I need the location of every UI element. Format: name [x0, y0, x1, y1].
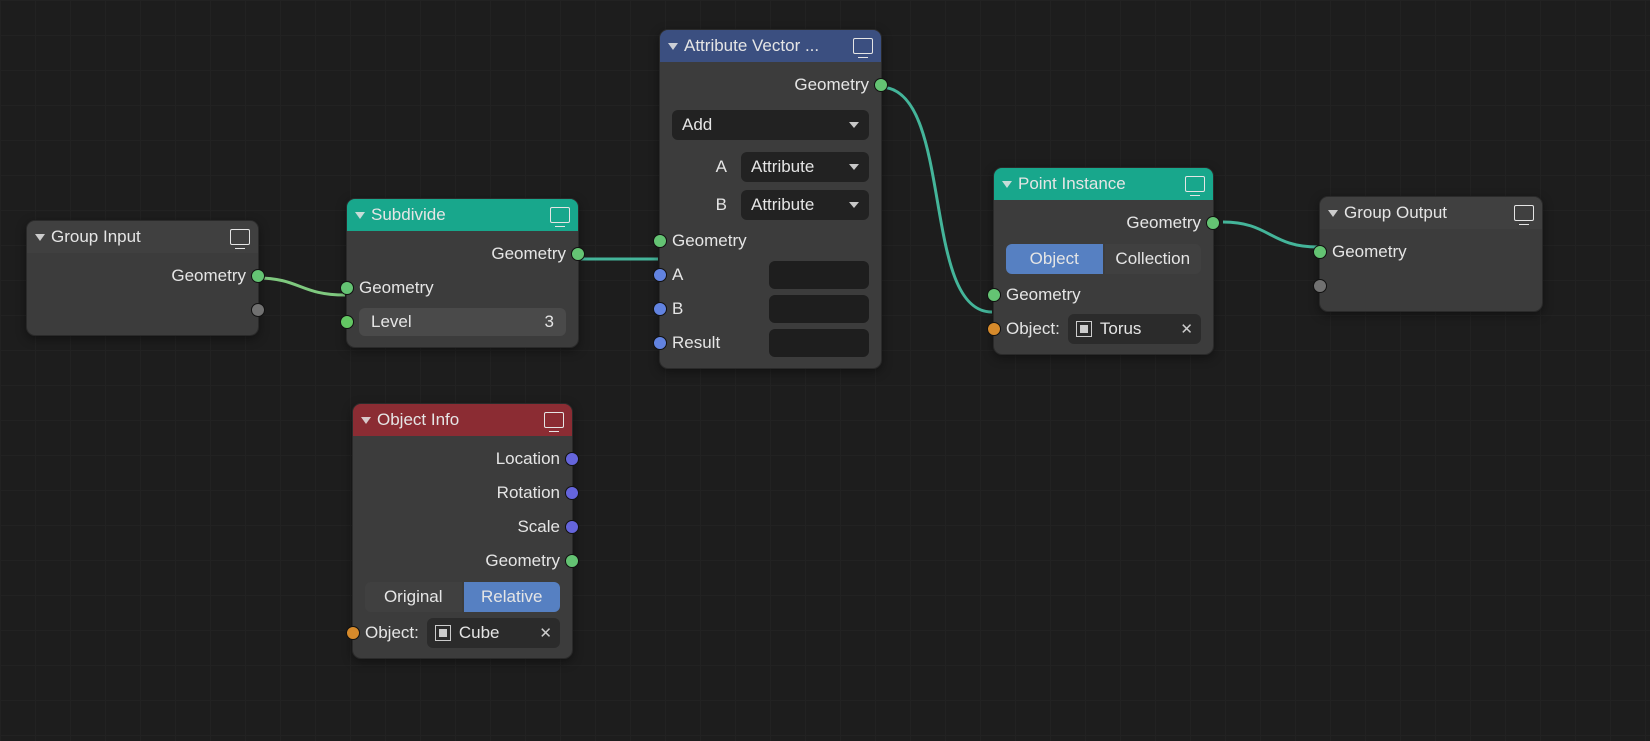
- level-field[interactable]: Level 3: [359, 308, 566, 336]
- node-header[interactable]: Point Instance: [994, 168, 1213, 200]
- node-group-input[interactable]: Group Input Geometry: [26, 220, 259, 336]
- collapse-toggle-icon[interactable]: [1328, 210, 1338, 217]
- node-title: Group Output: [1344, 203, 1508, 223]
- b-label: B: [672, 195, 733, 215]
- socket-label: Geometry: [485, 551, 560, 571]
- node-title: Point Instance: [1018, 174, 1179, 194]
- socket-label: Geometry: [1332, 242, 1407, 262]
- preview-icon[interactable]: [230, 229, 250, 245]
- input-socket-virtual[interactable]: [1313, 279, 1327, 293]
- node-header[interactable]: Group Output: [1320, 197, 1542, 229]
- socket-label: Rotation: [497, 483, 560, 503]
- object-button[interactable]: Object: [1006, 244, 1103, 274]
- object-data-icon: [435, 625, 451, 641]
- b-text-field[interactable]: [769, 295, 869, 323]
- original-button[interactable]: Original: [365, 582, 462, 612]
- output-socket-geometry[interactable]: [251, 269, 265, 283]
- node-title: Subdivide: [371, 205, 544, 225]
- a-text-field[interactable]: [769, 261, 869, 289]
- a-mode-dropdown[interactable]: Attribute: [741, 152, 869, 182]
- preview-icon[interactable]: [544, 412, 564, 428]
- socket-label: Geometry: [794, 75, 869, 95]
- object-selector[interactable]: Cube ✕: [427, 618, 560, 648]
- a-label: A: [672, 157, 733, 177]
- node-title: Object Info: [377, 410, 538, 430]
- node-title: Attribute Vector ...: [684, 36, 847, 56]
- collapse-toggle-icon[interactable]: [355, 212, 365, 219]
- preview-icon[interactable]: [853, 38, 873, 54]
- preview-icon[interactable]: [1185, 176, 1205, 192]
- result-text-field[interactable]: [769, 329, 869, 357]
- output-socket-geometry[interactable]: [571, 247, 585, 261]
- input-socket-geometry[interactable]: [340, 281, 354, 295]
- preview-icon[interactable]: [1514, 205, 1534, 221]
- input-socket-geometry[interactable]: [653, 234, 667, 248]
- node-title: Group Input: [51, 227, 224, 247]
- object-data-icon: [1076, 321, 1092, 337]
- chevron-down-icon: [849, 122, 859, 128]
- socket-label: Result: [672, 333, 761, 353]
- socket-label: Object:: [365, 623, 419, 643]
- object-selector[interactable]: Torus ✕: [1068, 314, 1201, 344]
- input-socket-geometry[interactable]: [987, 288, 1001, 302]
- chevron-down-icon: [849, 202, 859, 208]
- input-socket-result[interactable]: [653, 336, 667, 350]
- socket-label: Scale: [517, 517, 560, 537]
- socket-label: Object:: [1006, 319, 1060, 339]
- node-header[interactable]: Attribute Vector ...: [660, 30, 881, 62]
- output-socket-location[interactable]: [565, 452, 579, 466]
- collapse-toggle-icon[interactable]: [1002, 181, 1012, 188]
- clear-icon[interactable]: ✕: [539, 624, 552, 642]
- node-header[interactable]: Object Info: [353, 404, 572, 436]
- transform-space-toggle[interactable]: Original Relative: [365, 582, 560, 612]
- collapse-toggle-icon[interactable]: [668, 43, 678, 50]
- input-socket-geometry[interactable]: [1313, 245, 1327, 259]
- collapse-toggle-icon[interactable]: [361, 417, 371, 424]
- output-socket-geometry[interactable]: [1206, 216, 1220, 230]
- collapse-toggle-icon[interactable]: [35, 234, 45, 241]
- input-socket-b[interactable]: [653, 302, 667, 316]
- socket-label: A: [672, 265, 761, 285]
- instance-type-toggle[interactable]: Object Collection: [1006, 244, 1201, 274]
- socket-label: B: [672, 299, 761, 319]
- node-attribute-vector[interactable]: Attribute Vector ... Geometry Add A Attr…: [659, 29, 882, 369]
- output-socket-scale[interactable]: [565, 520, 579, 534]
- relative-button[interactable]: Relative: [464, 582, 561, 612]
- socket-label: Location: [496, 449, 560, 469]
- output-socket-geometry[interactable]: [565, 554, 579, 568]
- output-socket-virtual[interactable]: [251, 303, 265, 317]
- input-socket-object[interactable]: [987, 322, 1001, 336]
- preview-icon[interactable]: [550, 207, 570, 223]
- input-socket-level[interactable]: [340, 315, 354, 329]
- socket-label: Geometry: [491, 244, 566, 264]
- node-subdivide[interactable]: Subdivide Geometry Geometry Level 3: [346, 198, 579, 348]
- clear-icon[interactable]: ✕: [1180, 320, 1193, 338]
- chevron-down-icon: [849, 164, 859, 170]
- node-point-instance[interactable]: Point Instance Geometry Object Collectio…: [993, 167, 1214, 355]
- input-socket-a[interactable]: [653, 268, 667, 282]
- output-socket-rotation[interactable]: [565, 486, 579, 500]
- node-header[interactable]: Subdivide: [347, 199, 578, 231]
- socket-label: Geometry: [1126, 213, 1201, 233]
- output-socket-geometry[interactable]: [874, 78, 888, 92]
- operation-dropdown[interactable]: Add: [672, 110, 869, 140]
- node-header[interactable]: Group Input: [27, 221, 258, 253]
- socket-label: Geometry: [359, 278, 434, 298]
- b-mode-dropdown[interactable]: Attribute: [741, 190, 869, 220]
- socket-label: Geometry: [1006, 285, 1081, 305]
- node-group-output[interactable]: Group Output Geometry: [1319, 196, 1543, 312]
- collection-button[interactable]: Collection: [1105, 244, 1202, 274]
- input-socket-object[interactable]: [346, 626, 360, 640]
- node-object-info[interactable]: Object Info Location Rotation Scale Geom…: [352, 403, 573, 659]
- socket-label: Geometry: [672, 231, 747, 251]
- socket-label: Geometry: [171, 266, 246, 286]
